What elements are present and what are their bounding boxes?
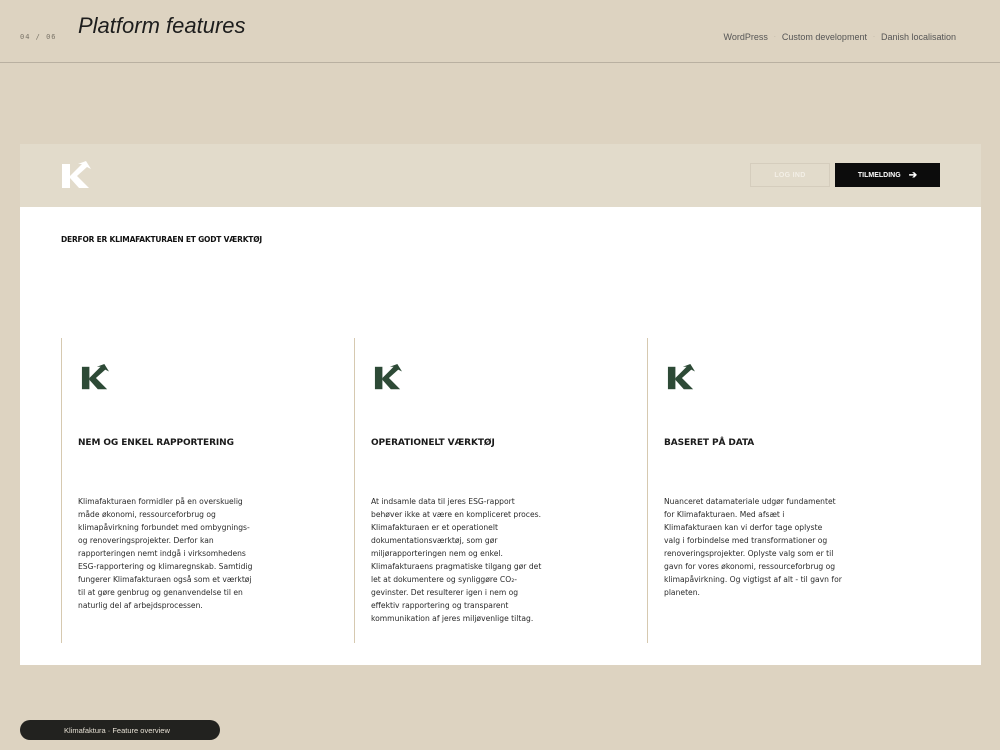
klimafakturaen-k-logo-icon <box>374 364 402 390</box>
tag-list: WordPress · Custom development · Danish … <box>724 32 956 42</box>
footer-caption: Klimafaktura · Feature overview <box>20 720 220 740</box>
section-heading: DERFOR ER KLIMAFAKTURAEN ET GODT VÆRKTØJ <box>61 235 262 244</box>
feature-card: NEM OG ENKEL RAPPORTERING Klimafakturaen… <box>61 338 321 643</box>
tag-separator: · <box>773 34 776 40</box>
arrow-right-icon: ➔ <box>908 169 918 181</box>
card-text: Klimafakturaen formidler på en overskuel… <box>78 497 253 610</box>
tag-separator: · <box>872 34 875 40</box>
card-text: Nuanceret datamateriale udgør fundamente… <box>664 497 842 597</box>
card-title: OPERATIONELT VÆRKTØJ <box>371 438 495 448</box>
login-button[interactable]: LOG IND <box>750 163 830 187</box>
feature-card: BASERET PÅ DATA Nuanceret datamateriale … <box>647 338 907 643</box>
tag-item: Danish localisation <box>880 32 956 42</box>
klimafakturaen-k-logo-icon <box>81 364 109 390</box>
signup-label: TILMELDING <box>857 171 901 179</box>
feature-card: OPERATIONELT VÆRKTØJ At indsamle data ti… <box>354 338 614 643</box>
klimafakturaen-k-logo-icon <box>667 364 695 390</box>
feature-cards: NEM OG ENKEL RAPPORTERING Klimafakturaen… <box>61 338 941 643</box>
signup-button[interactable]: TILMELDING ➔ <box>835 163 940 187</box>
tag-item: Custom development <box>781 32 867 42</box>
slide-header: 04 / 06 Platform features WordPress · Cu… <box>0 0 1000 63</box>
page-number: 04 / 06 <box>20 33 57 41</box>
klimafakturaen-logo-icon[interactable] <box>60 161 92 191</box>
tag-item: WordPress <box>723 32 768 42</box>
card-text: At indsamle data til jeres ESG-rapport b… <box>371 497 542 623</box>
site-header: LOG IND TILMELDING ➔ <box>20 144 981 207</box>
card-title: BASERET PÅ DATA <box>664 438 755 448</box>
website-screenshot: LOG IND TILMELDING ➔ DERFOR ER KLIMAFAKT… <box>20 144 981 665</box>
card-title: NEM OG ENKEL RAPPORTERING <box>78 438 234 448</box>
slide-title: Platform features <box>78 13 246 38</box>
